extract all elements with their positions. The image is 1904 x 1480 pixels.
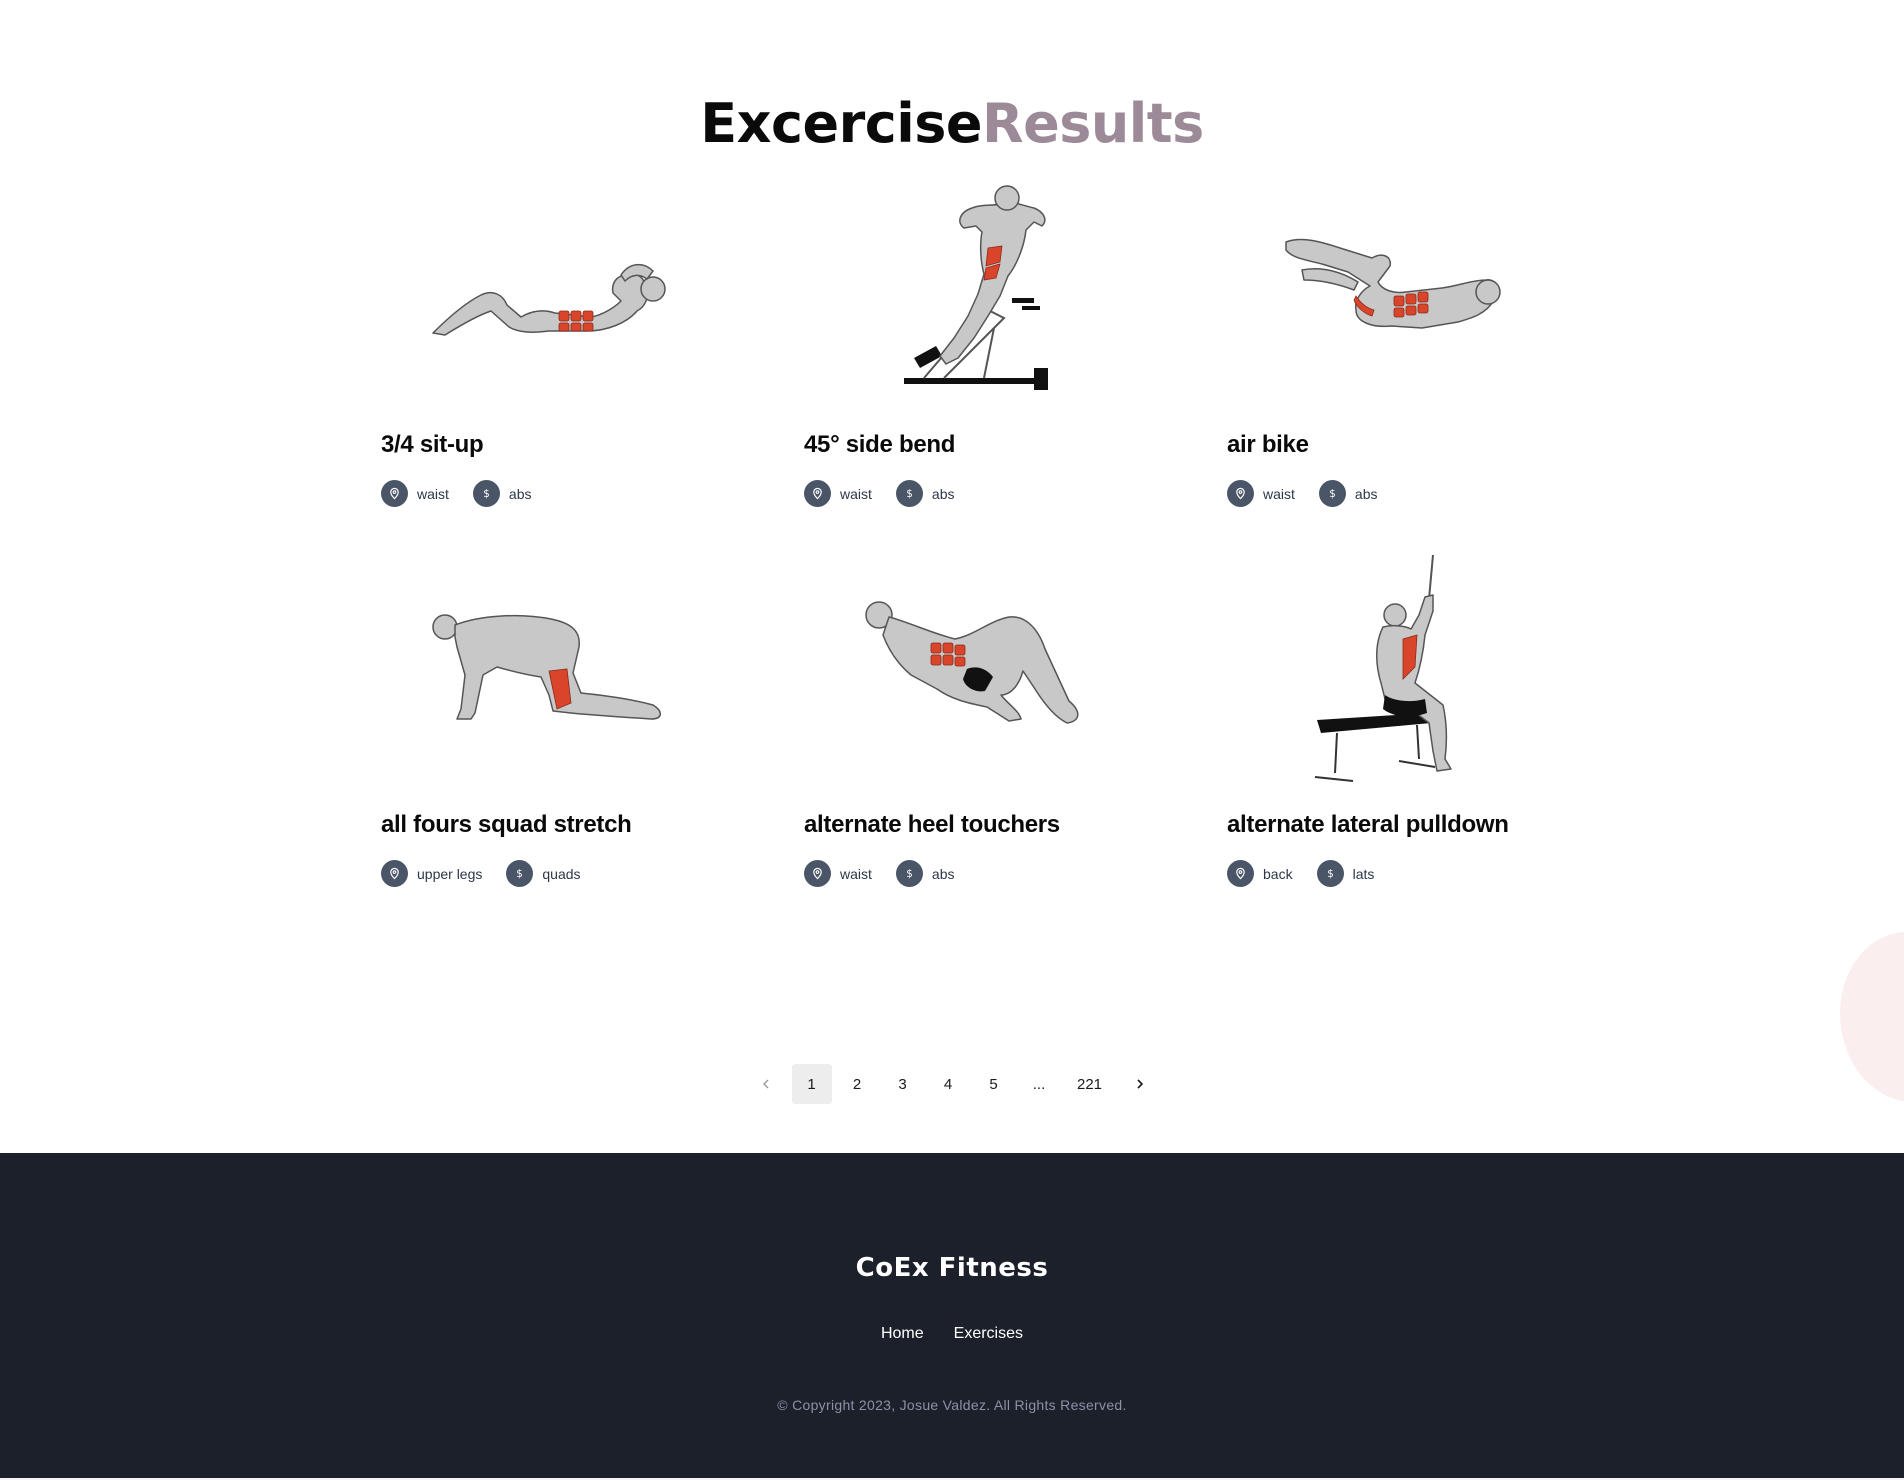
dollar-icon: $: [1318, 480, 1346, 507]
exercise-name: 45° side bend: [804, 431, 956, 458]
exercise-image: [351, 175, 751, 405]
target-tag: $ abs: [472, 480, 532, 507]
exercise-tags: upper legs $ quads: [381, 860, 605, 887]
sit-up-figure-icon: [432, 263, 666, 336]
page-button-3[interactable]: 3: [883, 1064, 923, 1104]
exercise-card[interactable]: air bike waist $ abs: [1197, 175, 1597, 545]
target-label: lats: [1352, 865, 1375, 882]
footer-copyright: © Copyright 2023, Josue Valdez. All Righ…: [777, 1397, 1127, 1413]
exercise-image: [774, 175, 1174, 405]
footer-brand[interactable]: CoEx Fitness: [0, 1253, 1904, 1283]
footer-links: Home Exercises: [0, 1325, 1904, 1343]
location-pin-icon: [381, 860, 408, 887]
target-tag: $ abs: [1318, 480, 1378, 507]
body-part-tag: waist: [1227, 480, 1295, 507]
chevron-right-icon: [1137, 1079, 1144, 1089]
side-bend-bench-figure-icon: [904, 184, 1048, 390]
body-part-label: waist: [417, 485, 449, 502]
air-bike-figure-icon: [1285, 238, 1501, 329]
target-label: abs: [931, 865, 955, 882]
target-label: abs: [1354, 485, 1378, 502]
exercise-name: all fours squad stretch: [381, 811, 632, 838]
exercise-image: [1197, 175, 1597, 405]
site-footer: CoEx Fitness Home Exercises © Copyright …: [0, 1153, 1904, 1478]
exercise-card[interactable]: 45° side bend waist $ abs: [774, 175, 1174, 545]
body-part-label: back: [1263, 865, 1293, 882]
page-button-last[interactable]: 221: [1065, 1064, 1115, 1104]
next-page-button[interactable]: [1120, 1064, 1160, 1104]
body-part-label: waist: [840, 865, 872, 882]
exercise-name: alternate heel touchers: [804, 811, 1060, 838]
location-pin-icon: [1227, 860, 1254, 887]
target-label: abs: [931, 485, 955, 502]
target-tag: $ quads: [506, 860, 581, 887]
body-part-tag: waist: [804, 480, 872, 507]
exercise-tags: waist $ abs: [1227, 480, 1401, 507]
exercise-tags: waist $ abs: [381, 480, 555, 507]
decorative-blob: [1840, 932, 1904, 1102]
heel-touch-figure-icon: [865, 601, 1079, 724]
target-label: quads: [542, 865, 581, 882]
page-button-2[interactable]: 2: [837, 1064, 877, 1104]
exercise-tags: back $ lats: [1227, 860, 1398, 887]
location-pin-icon: [804, 480, 831, 507]
pulldown-figure-icon: [1314, 555, 1452, 782]
page-button-4[interactable]: 4: [928, 1064, 968, 1104]
svg-text:$: $: [906, 489, 913, 500]
location-pin-icon: [1227, 480, 1254, 507]
body-part-tag: waist: [381, 480, 449, 507]
page-button-1[interactable]: 1: [791, 1064, 832, 1104]
body-part-label: upper legs: [417, 865, 483, 882]
exercise-name: alternate lateral pulldown: [1227, 811, 1509, 838]
title-part-2: Results: [982, 92, 1204, 155]
exercise-card[interactable]: alternate heel touchers waist $ abs: [774, 555, 1174, 925]
body-part-label: waist: [1263, 485, 1295, 502]
location-pin-icon: [804, 860, 831, 887]
svg-text:$: $: [517, 869, 524, 880]
location-pin-icon: [381, 480, 408, 507]
dollar-icon: $: [506, 860, 534, 887]
exercise-name: 3/4 sit-up: [381, 431, 484, 458]
prev-page-button[interactable]: [746, 1064, 786, 1104]
body-part-tag: upper legs: [381, 860, 482, 887]
page-button-5[interactable]: 5: [974, 1064, 1014, 1104]
exercise-tags: waist $ abs: [804, 480, 978, 507]
body-part-tag: waist: [804, 860, 872, 887]
exercise-card[interactable]: alternate lateral pulldown back $ lats: [1197, 555, 1597, 925]
exercise-image: [351, 555, 751, 785]
target-tag: $ lats: [1316, 860, 1375, 887]
title-part-1: Excercise: [700, 92, 982, 155]
exercise-image: [774, 555, 1174, 785]
all-fours-figure-icon: [432, 614, 661, 720]
target-tag: $ abs: [895, 860, 955, 887]
page-title: ExcerciseResults: [0, 96, 1904, 152]
chevron-left-icon: [763, 1079, 769, 1089]
target-tag: $ abs: [895, 480, 955, 507]
footer-link-home[interactable]: Home: [881, 1325, 924, 1343]
dollar-icon: $: [472, 480, 500, 507]
svg-text:$: $: [483, 489, 490, 500]
svg-text:$: $: [1329, 489, 1336, 500]
body-part-tag: back: [1227, 860, 1293, 887]
svg-text:$: $: [906, 869, 913, 880]
page-ellipsis: ...: [1032, 1075, 1046, 1093]
body-part-label: waist: [840, 485, 872, 502]
dollar-icon: $: [895, 860, 923, 887]
target-label: abs: [508, 485, 532, 502]
dollar-icon: $: [895, 480, 923, 507]
svg-text:$: $: [1327, 869, 1334, 880]
dollar-icon: $: [1316, 860, 1344, 887]
exercise-name: air bike: [1227, 431, 1309, 458]
exercise-card[interactable]: all fours squad stretch upper legs $ qua…: [351, 555, 751, 925]
exercise-card[interactable]: 3/4 sit-up waist $ abs: [351, 175, 751, 545]
footer-link-exercises[interactable]: Exercises: [954, 1325, 1023, 1343]
pagination: 1 2 3 4 5 ... 221: [746, 1064, 1166, 1104]
exercise-tags: waist $ abs: [804, 860, 978, 887]
exercise-image: [1197, 555, 1597, 785]
